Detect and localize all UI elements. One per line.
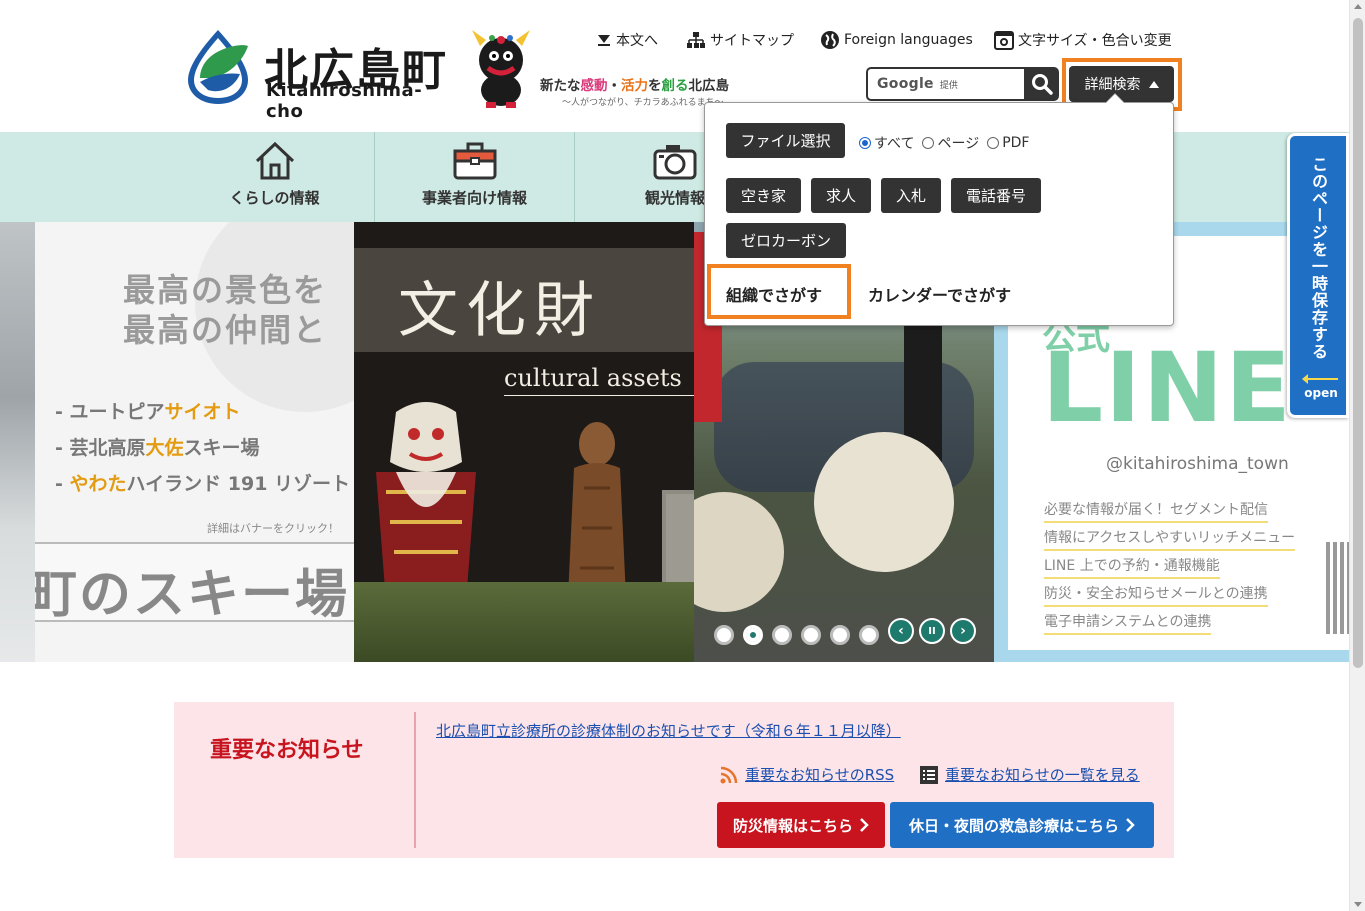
line-feature: 情報にアクセスしやすいリッチメニュー bbox=[1044, 528, 1296, 551]
slogan-main: 新たな感動・活力を創る北広島 bbox=[540, 78, 729, 94]
settings-icon bbox=[994, 31, 1014, 50]
carousel-dot[interactable] bbox=[801, 625, 821, 645]
radio-checked-icon bbox=[859, 137, 871, 149]
search-by-calendar-link[interactable]: カレンダーでさがす bbox=[868, 282, 1011, 306]
logo-mark-icon bbox=[188, 30, 248, 104]
font-size-color-link[interactable]: 文字サイズ・色合い変更 bbox=[994, 30, 1172, 50]
search-icon bbox=[1031, 74, 1053, 95]
line-feature: 必要な情報が届く！セグメント配信 bbox=[1044, 500, 1268, 523]
file-select-button[interactable]: ファイル選択 bbox=[726, 123, 845, 158]
quick-search-phone[interactable]: 電話番号 bbox=[951, 178, 1041, 213]
kagura-mask-figure bbox=[376, 402, 476, 602]
save-page-open-label: open bbox=[1304, 386, 1338, 400]
caret-up-icon bbox=[1148, 80, 1159, 88]
radio-all[interactable]: すべて bbox=[859, 133, 914, 153]
search-button[interactable] bbox=[1024, 67, 1059, 101]
line-feature: LINE 上での予約・通報機能 bbox=[1044, 556, 1220, 579]
scroll-thumb[interactable] bbox=[1353, 18, 1363, 668]
arrow-left-icon bbox=[1302, 374, 1338, 384]
search-by-organization-link[interactable]: 組織でさがす bbox=[726, 282, 822, 306]
culture-ground bbox=[354, 582, 694, 662]
buddha-statue-figure bbox=[568, 422, 626, 598]
briefcase-icon bbox=[453, 142, 496, 180]
nav-living-info[interactable]: くらしの情報 bbox=[175, 132, 375, 222]
arrow-down-icon bbox=[598, 35, 610, 46]
nav-business-info[interactable]: 事業者向け情報 bbox=[375, 132, 575, 222]
radio-page[interactable]: ページ bbox=[922, 133, 979, 153]
carousel-dot[interactable] bbox=[830, 625, 850, 645]
notice-item-link[interactable]: 北広島町立診療所の診療体制のお知らせです（令和６年１１月以降） bbox=[436, 720, 901, 741]
quick-search-zero-carbon[interactable]: ゼロカーボン bbox=[726, 223, 846, 258]
chevron-right-icon bbox=[860, 818, 869, 832]
carousel-dot-active[interactable] bbox=[743, 625, 763, 645]
radio-unchecked-icon bbox=[987, 137, 1000, 149]
ski-heading: 最高の景色を 最高の仲間と bbox=[123, 271, 328, 349]
line-handle: @kitahiroshima_town bbox=[1106, 454, 1289, 474]
town-slogan: 新たな感動・活力を創る北広島 ～人がつながり、チカラあふれるまち～ bbox=[540, 74, 730, 108]
culture-subtitle: cultural assets bbox=[504, 364, 682, 392]
skip-to-content-link[interactable]: 本文へ bbox=[596, 30, 658, 50]
provided-label: 提供 bbox=[939, 80, 958, 91]
save-page-label: このページを一時保存する bbox=[1309, 156, 1328, 360]
slide-cultural-assets[interactable]: 文化財 cultural assets bbox=[354, 222, 694, 662]
quick-search-jobs[interactable]: 求人 bbox=[811, 178, 871, 213]
line-feature-list: 必要な情報が届く！セグメント配信 情報にアクセスしやすいリッチメニュー LINE… bbox=[1044, 498, 1296, 638]
sitemap-link[interactable]: サイトマップ bbox=[686, 30, 794, 50]
quick-search-vacant-house[interactable]: 空き家 bbox=[726, 178, 801, 213]
ski-resort-item: - やわたハイランド 191 リゾート bbox=[55, 473, 351, 495]
radio-pdf[interactable]: PDF bbox=[987, 135, 1029, 151]
carousel-prev-button[interactable]: ‹ bbox=[888, 618, 914, 644]
notice-list-link[interactable]: 重要なお知らせの一覧を見る bbox=[920, 764, 1140, 785]
chevron-right-icon bbox=[1126, 818, 1135, 832]
disaster-info-button[interactable]: 防災情報はこちら bbox=[717, 802, 885, 848]
advanced-search-panel: ファイル選択 すべて ページ PDF 空き家 求人 入札 電話番号 ゼロカーボン… bbox=[704, 93, 1174, 326]
foreign-languages-link[interactable]: Foreign languages bbox=[820, 30, 973, 50]
carousel-controls: ‹ II › bbox=[888, 618, 976, 644]
save-page-tab[interactable]: このページを一時保存する open bbox=[1287, 133, 1349, 418]
carousel-pause-button[interactable]: II bbox=[919, 618, 945, 644]
festival-hat bbox=[694, 492, 784, 612]
globe-icon bbox=[821, 31, 839, 49]
rss-icon bbox=[720, 766, 738, 783]
carousel-next-button[interactable]: › bbox=[950, 618, 976, 644]
notice-rss-link[interactable]: 重要なお知らせのRSS bbox=[720, 764, 894, 785]
ski-big-text: 町のスキー場 bbox=[35, 565, 350, 625]
culture-title: 文化財 bbox=[398, 276, 602, 346]
important-notice-section: 重要なお知らせ 北広島町立診療所の診療体制のお知らせです（令和６年１１月以降） … bbox=[174, 702, 1174, 858]
line-feature: 電子申請システムとの連携 bbox=[1044, 612, 1212, 635]
notice-divider bbox=[414, 712, 416, 848]
quick-search-bidding[interactable]: 入札 bbox=[881, 178, 941, 213]
line-feature: 防災・安全お知らせメールとの連携 bbox=[1044, 584, 1268, 607]
house-icon bbox=[255, 141, 294, 180]
sitemap-icon bbox=[687, 32, 705, 48]
festival-hat bbox=[814, 432, 954, 572]
ski-resort-item: - 芸北高原大佐スキー場 bbox=[55, 437, 260, 459]
site-logo[interactable]: 北広島町 Kitahiroshima-cho bbox=[186, 24, 456, 122]
mascot-character-icon bbox=[472, 30, 530, 108]
carousel-dot[interactable] bbox=[714, 625, 734, 645]
camera-icon bbox=[653, 145, 697, 180]
slide-partial-image[interactable] bbox=[0, 222, 35, 662]
google-label: Google bbox=[877, 76, 934, 92]
notice-title: 重要なお知らせ bbox=[210, 738, 364, 763]
ski-note: 詳細はバナーをクリック！ bbox=[207, 522, 339, 535]
search-scope-radios: すべて ページ PDF bbox=[859, 133, 1037, 153]
site-search-input[interactable]: Google 提供 bbox=[866, 67, 1026, 101]
page-scrollbar[interactable] bbox=[1349, 0, 1365, 911]
qr-code-icon bbox=[1326, 542, 1349, 634]
culture-underline bbox=[504, 395, 694, 396]
radio-unchecked-icon bbox=[922, 137, 935, 149]
carousel-dot[interactable] bbox=[859, 625, 879, 645]
slide-ski-resorts[interactable]: 最高の景色を 最高の仲間と - ユートピアサイオト - 芸北高原大佐スキー場 -… bbox=[35, 222, 354, 662]
line-big-text: LINE bbox=[1042, 332, 1293, 444]
ski-resort-item: - ユートピアサイオト bbox=[55, 401, 241, 423]
carousel-pagination bbox=[714, 625, 879, 645]
scroll-down-arrow-icon[interactable] bbox=[1354, 902, 1362, 907]
logo-subtitle: Kitahiroshima-cho bbox=[266, 80, 423, 122]
scroll-up-arrow-icon[interactable] bbox=[1354, 4, 1362, 9]
ski-resort-list: - ユートピアサイオト - 芸北高原大佐スキー場 - やわたハイランド 191 … bbox=[55, 394, 350, 502]
list-icon bbox=[920, 765, 938, 784]
emergency-clinic-button[interactable]: 休日・夜間の救急診療はこちら bbox=[890, 802, 1154, 848]
carousel-dot[interactable] bbox=[772, 625, 792, 645]
